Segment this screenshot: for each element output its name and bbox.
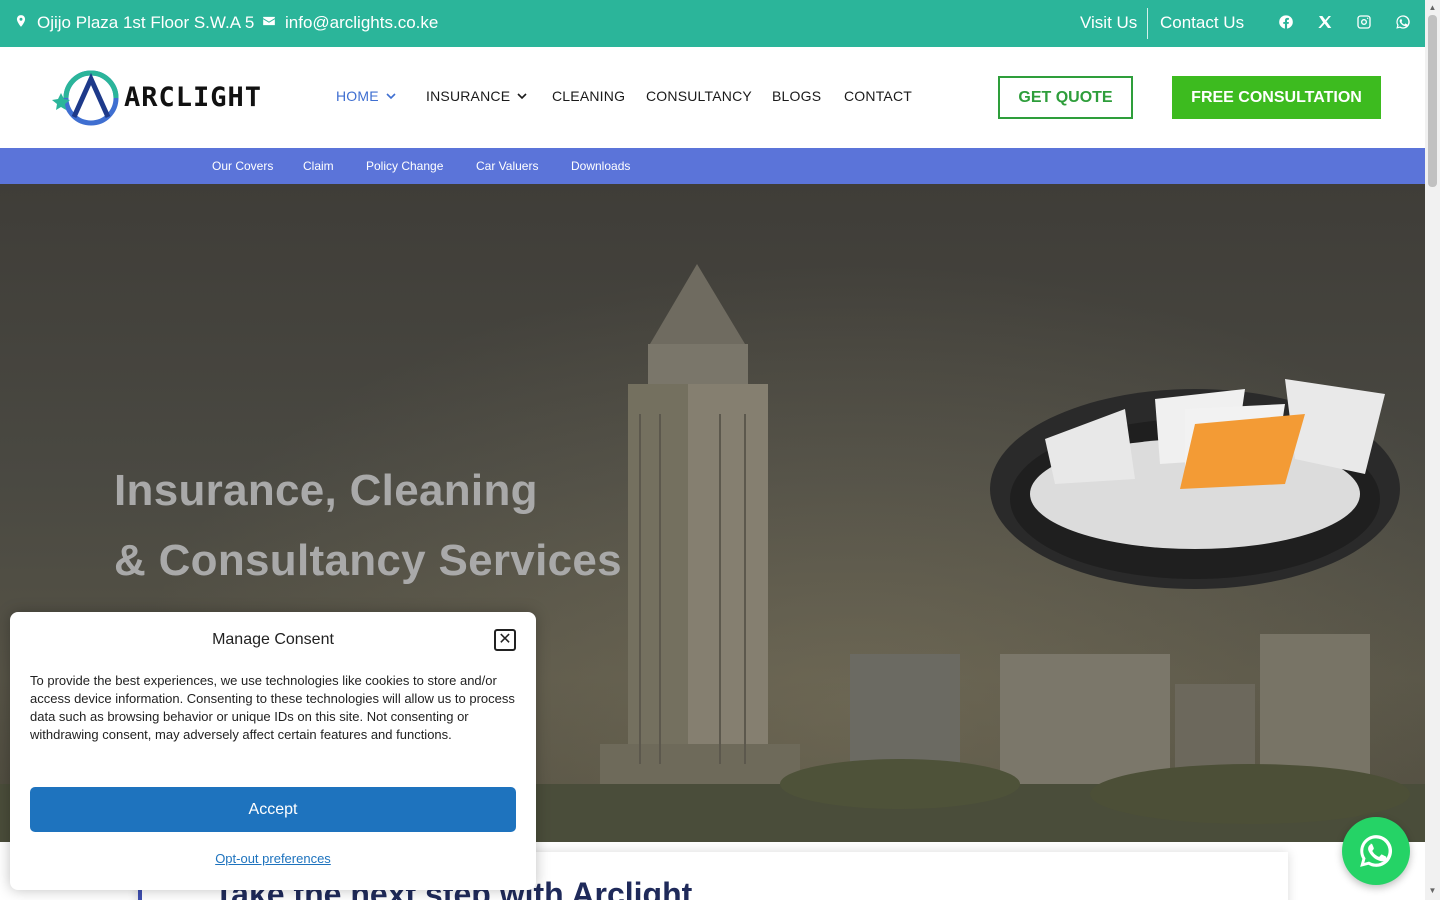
- nav-consultancy-label: CONSULTANCY: [646, 88, 752, 104]
- chevron-down-icon: [386, 93, 396, 100]
- facebook-icon[interactable]: [1278, 14, 1294, 30]
- scroll-up-arrow-icon[interactable]: ▲: [1428, 3, 1437, 12]
- scrollbar-thumb[interactable]: [1428, 15, 1437, 187]
- logo-emblem-icon: [52, 70, 119, 126]
- whatsapp-chat-button[interactable]: [1342, 817, 1410, 885]
- address-item: Ojijo Plaza 1st Floor S.W.A 5: [14, 13, 254, 33]
- divider: [1147, 8, 1148, 39]
- nav-home[interactable]: HOME: [336, 88, 397, 104]
- address-text: Ojijo Plaza 1st Floor S.W.A 5: [37, 13, 255, 32]
- nav-consultancy[interactable]: CONSULTANCY: [646, 88, 752, 104]
- arclight-logo[interactable]: ARCLIGHT: [46, 69, 276, 127]
- contact-us-link[interactable]: Contact Us: [1160, 13, 1244, 33]
- get-quote-button[interactable]: GET QUOTE: [998, 76, 1133, 119]
- nav-insurance-label: INSURANCE: [426, 88, 511, 104]
- hero-title-line-2: & Consultancy Services: [114, 536, 622, 585]
- nav-blogs[interactable]: BLOGS: [772, 88, 821, 104]
- whatsapp-icon: [1360, 835, 1393, 867]
- visit-us-link[interactable]: Visit Us: [1080, 13, 1137, 33]
- hero-title-line-1: Insurance, Cleaning: [114, 466, 538, 515]
- envelope-icon: [262, 13, 276, 33]
- nav-insurance[interactable]: INSURANCE: [426, 88, 528, 104]
- main-header: ARCLIGHT HOME INSURANCE CLEANING CONSULT…: [0, 47, 1425, 148]
- consent-body: To provide the best experiences, we use …: [30, 673, 515, 742]
- top-bar: Ojijo Plaza 1st Floor S.W.A 5 info@arcli…: [0, 0, 1425, 47]
- nav-contact[interactable]: CONTACT: [844, 88, 912, 104]
- subnav-downloads[interactable]: Downloads: [571, 159, 630, 173]
- email-text[interactable]: info@arclights.co.ke: [285, 13, 438, 33]
- opt-out-preferences-link[interactable]: Opt-out preferences: [10, 851, 536, 866]
- whatsapp-small-icon[interactable]: [1395, 14, 1411, 30]
- subnav-claim[interactable]: Claim: [303, 159, 334, 173]
- instagram-icon[interactable]: [1356, 14, 1372, 30]
- nav-cleaning[interactable]: CLEANING: [552, 88, 625, 104]
- nav-blogs-label: BLOGS: [772, 88, 822, 104]
- close-icon[interactable]: ✕: [494, 629, 516, 651]
- email-item[interactable]: info@arclights.co.ke: [262, 13, 438, 33]
- chevron-down-icon: [517, 93, 527, 100]
- round-daybed-image: [990, 379, 1400, 589]
- x-icon[interactable]: [1317, 14, 1333, 30]
- scroll-down-arrow-icon[interactable]: ▼: [1428, 886, 1437, 895]
- nav-cleaning-label: CLEANING: [552, 88, 626, 104]
- nav-home-label: HOME: [336, 88, 379, 104]
- subnav-our-covers[interactable]: Our Covers: [212, 159, 273, 173]
- consent-title: Manage Consent: [212, 631, 334, 648]
- accept-button[interactable]: Accept: [30, 787, 516, 832]
- logo-text: ARCLIGHT: [124, 82, 263, 113]
- sub-navigation: Our Covers Claim Policy Change Car Value…: [0, 148, 1425, 184]
- subnav-policy-change[interactable]: Policy Change: [366, 159, 443, 173]
- nav-contact-label: CONTACT: [844, 88, 913, 104]
- subnav-car-valuers[interactable]: Car Valuers: [476, 159, 538, 173]
- location-pin-icon: [14, 13, 28, 33]
- free-consultation-button[interactable]: FREE CONSULTATION: [1172, 76, 1381, 119]
- consent-dialog: Manage Consent ✕ To provide the best exp…: [10, 612, 536, 890]
